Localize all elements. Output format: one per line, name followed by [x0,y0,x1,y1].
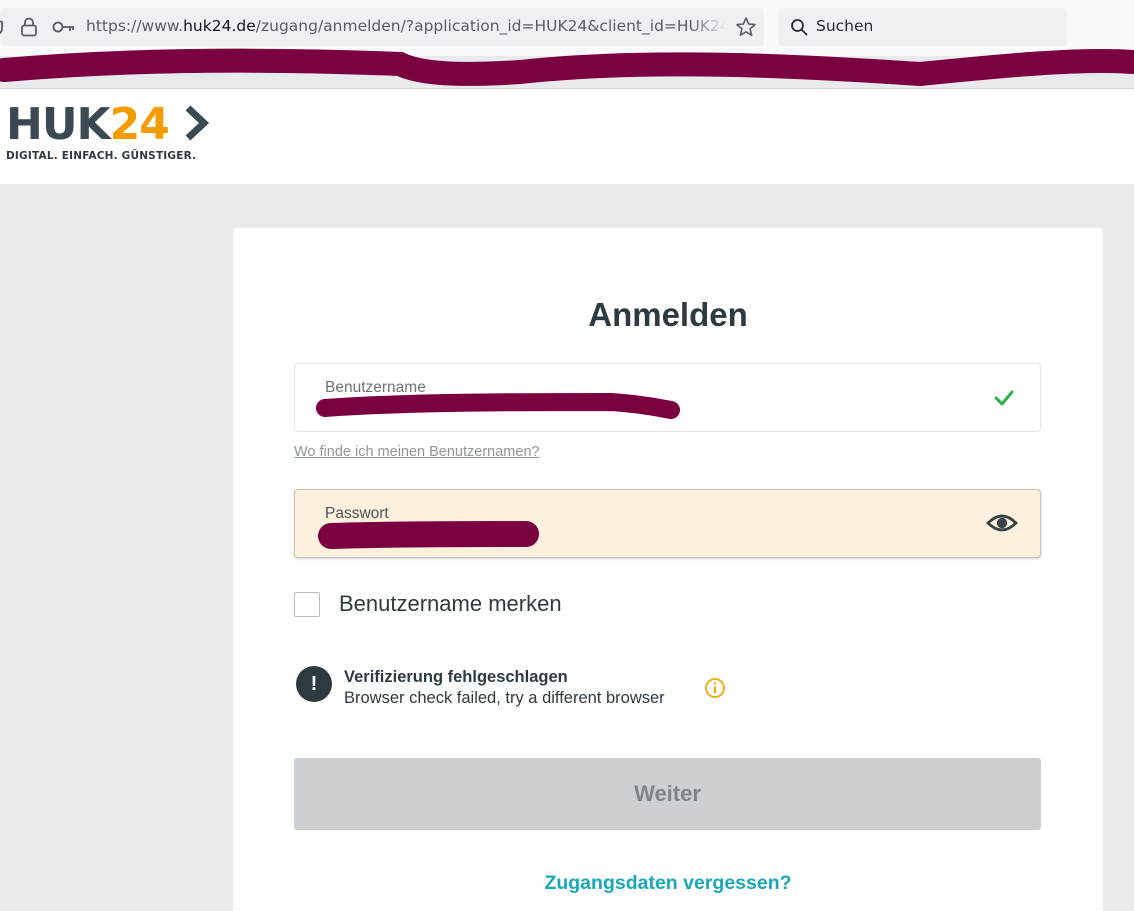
star-icon[interactable] [735,16,757,38]
password-field[interactable]: Passwort [294,489,1041,558]
username-help-link[interactable]: Wo finde ich meinen Benutzernamen? [294,444,540,460]
logo-tagline: DIGITAL. EINFACH. GÜNSTIGER. [6,150,197,162]
alert-text: Browser check failed, try a different br… [344,689,665,707]
exclamation-icon: ! [296,666,332,702]
login-card: Anmelden Benutzername Wo finde ich meine… [233,228,1103,911]
shield-partial-icon [0,18,6,36]
search-icon [790,18,808,41]
redaction-mark-password [318,521,539,549]
username-field[interactable]: Benutzername [294,363,1041,432]
site-header: HUK24 DIGITAL. EINFACH. GÜNSTIGER. [0,88,1134,184]
eye-icon[interactable] [986,512,1018,539]
address-bar[interactable]: https://www.huk24.de/zugang/anmelden/?ap… [0,8,764,46]
huk24-logo[interactable]: HUK24 DIGITAL. EINFACH. GÜNSTIGER. [6,103,210,162]
search-placeholder: Suchen [816,17,874,35]
logo-text-24: 24 [109,99,170,150]
page-title: Anmelden [588,296,748,333]
logo-text-huk: HUK [6,99,111,150]
lock-icon[interactable] [20,17,38,37]
key-icon[interactable] [52,21,76,33]
url-prefix: https://www. [86,17,184,35]
remember-username[interactable]: Benutzername merken [294,591,562,617]
remember-checkbox[interactable] [294,591,320,617]
redaction-mark-username [316,392,680,419]
logo-chevron-icon [185,105,210,141]
url-path: /zugang/anmelden/?application_id=HUK24&c… [255,17,726,35]
remember-label[interactable]: Benutzername merken [339,591,562,617]
search-bar[interactable]: Suchen [778,8,1067,46]
logo-wordmark: HUK24 [6,103,210,147]
url-fade [690,10,726,44]
info-icon[interactable] [704,677,726,704]
url-domain: huk24.de [183,17,256,35]
redaction-mark [0,48,1134,87]
url-text[interactable]: https://www.huk24.de/zugang/anmelden/?ap… [86,17,726,35]
alert-title: Verifizierung fehlgeschlagen [344,668,568,686]
checkmark-icon [994,389,1014,412]
submit-button[interactable]: Weiter [294,758,1041,830]
forgot-credentials-link[interactable]: Zugangsdaten vergessen? [233,872,1103,895]
